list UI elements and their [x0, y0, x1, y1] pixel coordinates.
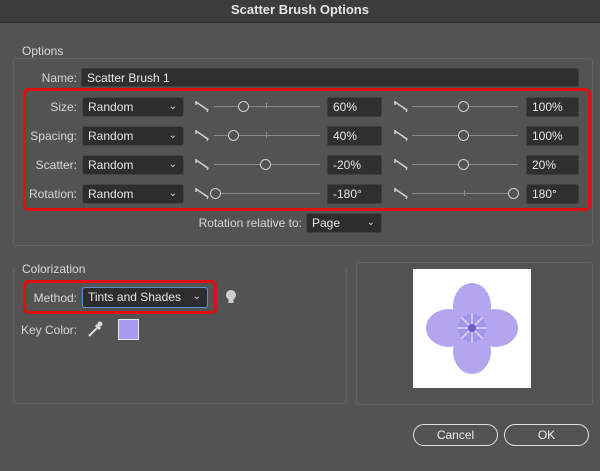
- key-color-swatch[interactable]: [118, 319, 139, 340]
- cancel-button[interactable]: Cancel: [413, 424, 498, 446]
- brush-preview-canvas: [413, 269, 531, 388]
- rotation-relative-select[interactable]: Page ⌄: [306, 213, 382, 233]
- tips-lightbulb-icon[interactable]: [225, 289, 237, 305]
- ok-button[interactable]: OK: [504, 424, 589, 446]
- method-highlight-box: [23, 280, 217, 314]
- dialog-title: Scatter Brush Options: [0, 0, 600, 23]
- name-field[interactable]: Scatter Brush 1: [81, 68, 579, 87]
- rotation-relative-label: Rotation relative to:: [198, 216, 302, 230]
- name-label: Name:: [41, 71, 77, 85]
- options-section-label: Options: [22, 44, 64, 58]
- brush-preview-flower: [426, 283, 518, 374]
- options-highlight-box: [23, 88, 591, 211]
- eyedropper-icon[interactable]: [87, 320, 103, 338]
- key-color-label: Key Color:: [20, 323, 77, 337]
